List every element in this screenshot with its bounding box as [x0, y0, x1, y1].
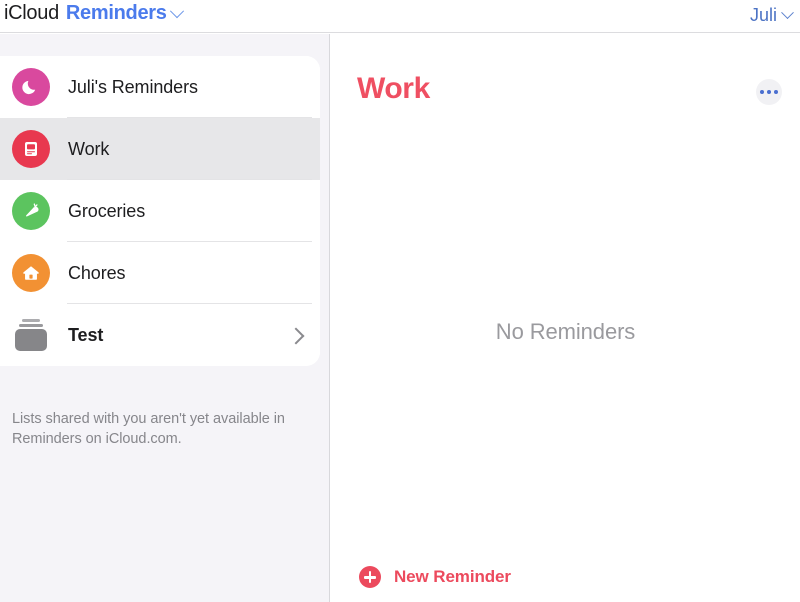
- sidebar-item-label: Groceries: [68, 200, 146, 221]
- sidebar-item-julis-reminders[interactable]: Juli's Reminders: [0, 56, 320, 118]
- new-reminder-label: New Reminder: [394, 567, 511, 586]
- sidebar-item-groceries[interactable]: Groceries: [0, 180, 320, 242]
- chevron-right-icon[interactable]: [287, 327, 305, 345]
- top-header-bar: iCloud Reminders Juli: [0, 0, 800, 33]
- app-name-label: Reminders: [65, 2, 167, 24]
- app-switcher-button[interactable]: Reminders: [65, 2, 184, 25]
- sidebar-item-label: Test: [68, 324, 104, 345]
- icloud-brand-label: iCloud: [4, 2, 59, 24]
- sidebar-item-label: Juli's Reminders: [68, 76, 198, 97]
- ellipsis-dot: [774, 90, 778, 94]
- group-folder-icon: [12, 316, 50, 354]
- sidebar-item-work[interactable]: Work: [0, 118, 320, 180]
- main-content: Work No Reminders New Reminder: [331, 34, 800, 602]
- sidebar-item-test[interactable]: Test: [0, 304, 320, 366]
- group-folder-top-line: [22, 319, 40, 322]
- account-menu-button[interactable]: Juli: [749, 5, 794, 26]
- chevron-down-icon: [169, 3, 184, 18]
- brand-area: iCloud Reminders: [4, 2, 184, 25]
- plus-circle-icon: [359, 566, 381, 588]
- ellipsis-dot: [760, 90, 764, 94]
- account-name-label: Juli: [749, 5, 777, 25]
- empty-state-message: No Reminders: [495, 319, 636, 344]
- chevron-down-icon: [781, 6, 794, 20]
- page-title: Work: [357, 72, 430, 105]
- shared-lists-note: Lists shared with you aren't yet availab…: [12, 411, 285, 447]
- lists-card: Juli's Reminders Work Groceries Chores T…: [0, 56, 320, 366]
- sidebar-item-label: Work: [68, 138, 110, 159]
- group-folder-mid-line: [19, 324, 43, 327]
- house-icon: [12, 254, 50, 292]
- sidebar-item-label: Chores: [68, 262, 126, 283]
- ellipsis-icon[interactable]: [756, 79, 782, 105]
- ellipsis-dot: [767, 90, 771, 94]
- group-folder-body: [15, 329, 47, 351]
- sidebar: Juli's Reminders Work Groceries Chores T…: [0, 34, 330, 602]
- moon-icon: [12, 68, 50, 106]
- computer-icon: [12, 130, 50, 168]
- carrot-icon: [12, 192, 50, 230]
- new-reminder-button[interactable]: New Reminder: [359, 566, 511, 588]
- sidebar-item-chores[interactable]: Chores: [0, 242, 320, 304]
